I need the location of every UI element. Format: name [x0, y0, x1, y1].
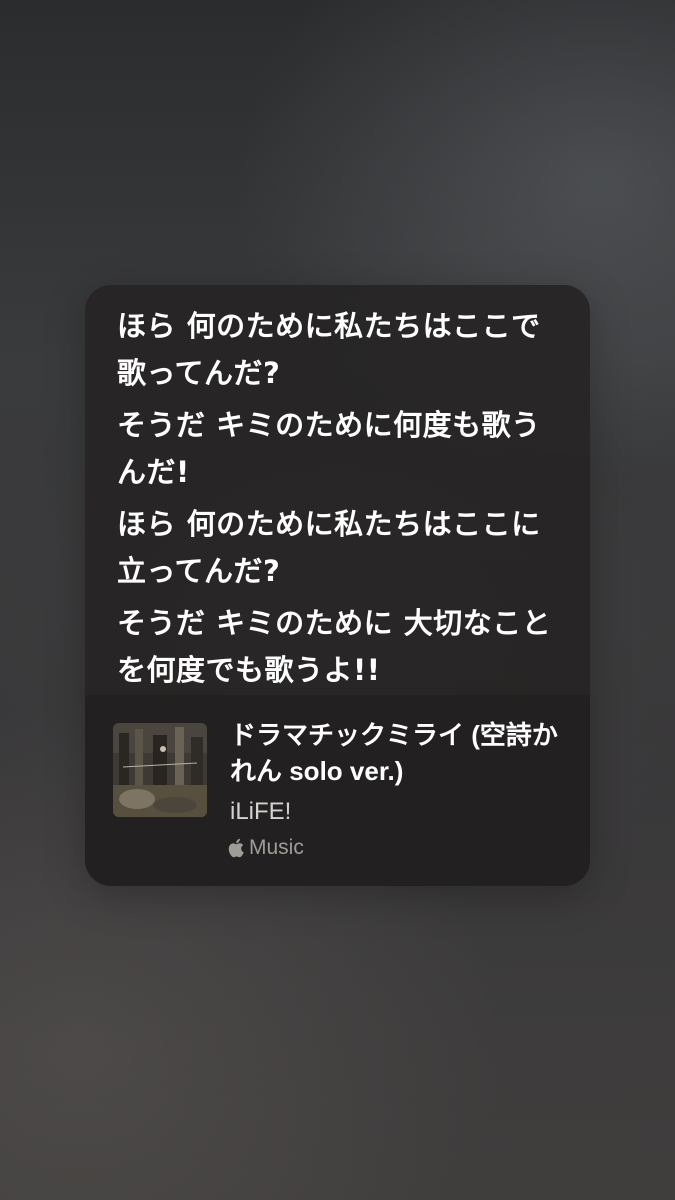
album-artwork [113, 723, 207, 817]
track-title: ドラマチックミライ (空詩かれん solo ver.) [230, 720, 558, 786]
lyric-line-1: ほら 何のために私たちはここで歌ってんだ? [117, 309, 541, 390]
lyric-line-3: ほら 何のために私たちはここに立ってんだ? [117, 507, 541, 588]
lyric-line-4: そうだ キミのために 大切なことを何度でも歌うよ!! [117, 606, 552, 687]
track-info[interactable]: ドラマチックミライ (空詩かれん solo ver.) iLiFE! Music [85, 695, 590, 886]
service-label: Music [249, 836, 304, 859]
lyrics-block: ほら 何のために私たちはここで歌ってんだ? そうだ キミのために何度も歌うんだ!… [117, 303, 567, 699]
apple-music-badge: Music [227, 835, 304, 861]
track-artist: iLiFE! [230, 798, 292, 825]
lyrics-share-card: ほら 何のために私たちはここで歌ってんだ? そうだ キミのために何度も歌うんだ!… [85, 285, 590, 886]
apple-logo-icon [227, 837, 247, 859]
lyric-line-2: そうだ キミのために何度も歌うんだ! [117, 408, 541, 489]
